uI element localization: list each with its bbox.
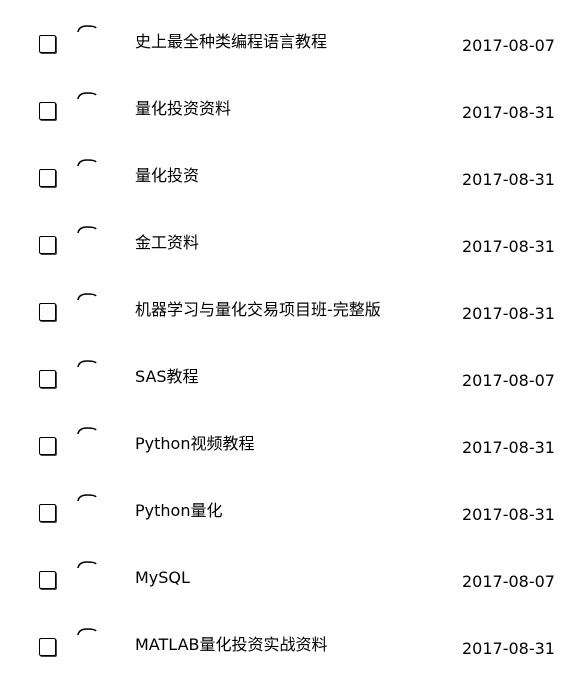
select-checkbox[interactable]	[39, 370, 56, 388]
file-date: 2017-08-07	[462, 36, 555, 55]
file-name[interactable]: 金工资料	[135, 233, 199, 253]
folder-icon	[76, 158, 98, 168]
folder-icon	[76, 24, 98, 34]
select-checkbox[interactable]	[39, 571, 56, 589]
file-date: 2017-08-31	[462, 304, 555, 323]
file-date: 2017-08-07	[462, 572, 555, 591]
file-row[interactable]: 史上最全种类编程语言教程 2017-08-07	[0, 0, 577, 67]
select-checkbox[interactable]	[39, 35, 56, 53]
file-name[interactable]: 机器学习与量化交易项目班-完整版	[135, 300, 381, 320]
file-date: 2017-08-31	[462, 505, 555, 524]
file-date: 2017-08-07	[462, 371, 555, 390]
file-date: 2017-08-31	[462, 103, 555, 122]
file-row[interactable]: SAS教程 2017-08-07	[0, 335, 577, 402]
select-checkbox[interactable]	[39, 236, 56, 254]
file-name[interactable]: 量化投资	[135, 166, 199, 186]
folder-icon	[76, 91, 98, 101]
file-date: 2017-08-31	[462, 237, 555, 256]
file-name[interactable]: 量化投资资料	[135, 99, 231, 119]
file-name[interactable]: MATLAB量化投资实战资料	[135, 635, 328, 655]
file-row[interactable]: 金工资料 2017-08-31	[0, 201, 577, 268]
file-name[interactable]: MySQL	[135, 568, 190, 588]
file-row[interactable]: 机器学习与量化交易项目班-完整版 2017-08-31	[0, 268, 577, 335]
file-row[interactable]: Python量化 2017-08-31	[0, 469, 577, 536]
file-row[interactable]: MATLAB量化投资实战资料 2017-08-31	[0, 603, 577, 670]
select-checkbox[interactable]	[39, 638, 56, 656]
file-row[interactable]: MySQL 2017-08-07	[0, 536, 577, 603]
folder-icon	[76, 292, 98, 302]
folder-icon	[76, 560, 98, 570]
file-row[interactable]: Python视频教程 2017-08-31	[0, 402, 577, 469]
folder-icon	[76, 493, 98, 503]
select-checkbox[interactable]	[39, 169, 56, 187]
file-date: 2017-08-31	[462, 438, 555, 457]
file-name[interactable]: Python视频教程	[135, 434, 254, 454]
select-checkbox[interactable]	[39, 303, 56, 321]
folder-icon	[76, 225, 98, 235]
file-date: 2017-08-31	[462, 639, 555, 658]
file-row[interactable]: 量化投资资料 2017-08-31	[0, 67, 577, 134]
select-checkbox[interactable]	[39, 504, 56, 522]
folder-icon	[76, 627, 98, 637]
select-checkbox[interactable]	[39, 437, 56, 455]
file-row[interactable]: 量化投资 2017-08-31	[0, 134, 577, 201]
folder-icon	[76, 359, 98, 369]
folder-icon	[76, 426, 98, 436]
file-date: 2017-08-31	[462, 170, 555, 189]
file-name[interactable]: 史上最全种类编程语言教程	[135, 32, 327, 52]
file-list: 史上最全种类编程语言教程 2017-08-07 量化投资资料 2017-08-3…	[0, 0, 577, 688]
select-checkbox[interactable]	[39, 102, 56, 120]
file-name[interactable]: SAS教程	[135, 367, 199, 387]
file-name[interactable]: Python量化	[135, 501, 222, 521]
